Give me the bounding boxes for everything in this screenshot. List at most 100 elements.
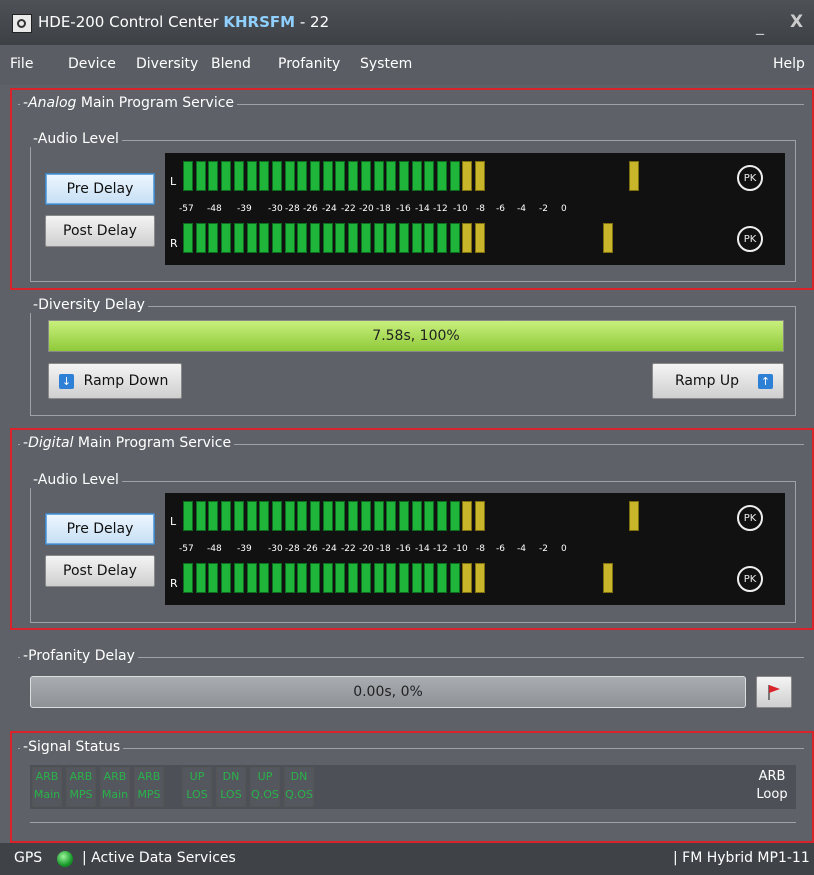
profanity-legend-text: Profanity Delay: [28, 648, 135, 664]
digital-left-meter-segment: [233, 501, 244, 531]
digital-right-meter-segment: [246, 563, 257, 593]
analog-left-meter-segment: [411, 161, 422, 191]
analog-scale-label: -14: [415, 204, 430, 214]
active-data-services[interactable]: | Active Data Services: [82, 850, 236, 866]
diversity-delay-track: 7.58s, 100%: [48, 320, 784, 352]
signal-status-legend-text: Signal Status: [28, 739, 121, 755]
signal-indicator-bottom: MPS: [69, 788, 93, 801]
signal-indicator: ARB MPS: [134, 767, 164, 807]
analog-audio-legend: -Audio Level: [30, 131, 122, 147]
digital-pre-delay-button[interactable]: Pre Delay: [45, 513, 155, 545]
minimize-button[interactable]: _: [756, 16, 770, 35]
digital-left-meter-segment: [373, 501, 384, 531]
ramp-down-button[interactable]: ↓ Ramp Down: [48, 363, 182, 399]
digital-scale-label: -26: [303, 544, 318, 554]
analog-left-meter-segment: [221, 161, 232, 191]
digital-left-meter-segment: [360, 501, 371, 531]
digital-right-meter-segment: [208, 563, 219, 593]
analog-left-meter-segment: [297, 161, 308, 191]
digital-right-meter-segment: [195, 563, 206, 593]
analog-scale-label: -48: [207, 204, 222, 214]
analog-left-meter-segment: [335, 161, 346, 191]
digital-left-peak-hold: [629, 501, 639, 531]
flag-icon: [768, 685, 780, 700]
digital-audio-legend: -Audio Level: [30, 472, 122, 488]
analog-left-meter-segment: [310, 161, 320, 191]
signal-indicator: ARB Main: [32, 767, 62, 807]
digital-left-meter-segment: [310, 501, 320, 531]
signal-indicator-top: ARB: [35, 770, 59, 783]
ramp-up-button[interactable]: Ramp Up ↑: [652, 363, 784, 399]
analog-scale-label: -30: [268, 204, 283, 214]
digital-right-meter-segment: [322, 563, 333, 593]
digital-left-meter-segment: [284, 501, 295, 531]
digital-right-meter-segment: [475, 563, 486, 593]
digital-right-meter-segment: [297, 563, 308, 593]
digital-right-meter-segment: [284, 563, 295, 593]
menu-profanity[interactable]: Profanity: [278, 56, 340, 72]
digital-right-meter-segment: [424, 563, 435, 593]
signal-indicator: ARB Main: [100, 767, 130, 807]
analog-right-meter-segment: [335, 223, 346, 253]
digital-left-meter-segment: [246, 501, 257, 531]
signal-indicator-bottom: Q.OS: [251, 788, 279, 801]
digital-right-meter-segment: [233, 563, 244, 593]
digital-scale-label: -24: [322, 544, 337, 554]
signal-indicator-top: DN: [222, 770, 240, 783]
menu-blend[interactable]: Blend: [211, 56, 251, 72]
digital-left-peak-indicator[interactable]: PK: [737, 505, 763, 531]
signal-indicator-top: DN: [290, 770, 308, 783]
analog-right-meter-segment: [449, 223, 460, 253]
digital-left-meter-segment: [348, 501, 359, 531]
ramp-down-label: Ramp Down: [83, 373, 169, 389]
menu-file[interactable]: File: [10, 56, 33, 72]
signal-indicator-bottom: LOS: [220, 788, 242, 801]
app-icon[interactable]: [12, 14, 32, 33]
analog-post-delay-button[interactable]: Post Delay: [45, 215, 155, 247]
analog-scale-label: -20: [359, 204, 374, 214]
digital-left-meter-segment: [221, 501, 232, 531]
menu-help[interactable]: Help: [773, 56, 805, 72]
analog-right-meter-segment: [322, 223, 333, 253]
analog-right-meter-segment: [271, 223, 282, 253]
analog-scale-label: -39: [237, 204, 252, 214]
analog-scale-label: -8: [476, 204, 485, 214]
digital-left-meter-segment: [411, 501, 422, 531]
signal-indicator-bottom: Main: [101, 788, 129, 801]
menu-diversity[interactable]: Diversity: [136, 56, 198, 72]
analog-left-meter-segment: [424, 161, 435, 191]
menu-device[interactable]: Device: [68, 56, 116, 72]
digital-scale-label: -57: [179, 544, 194, 554]
digital-right-meter-segment: [386, 563, 397, 593]
digital-post-delay-button[interactable]: Post Delay: [45, 555, 155, 587]
analog-pre-delay-button[interactable]: Pre Delay: [45, 173, 155, 205]
digital-right-meter-segment: [462, 563, 473, 593]
analog-left-meter-segment: [348, 161, 359, 191]
analog-scale-label: -6: [496, 204, 505, 214]
analog-right-peak-hold: [603, 223, 613, 253]
digital-right-peak-indicator[interactable]: PK: [737, 566, 763, 592]
analog-right-label: R: [170, 237, 178, 250]
signal-indicator-top: ARB: [137, 770, 161, 783]
signal-indicator-bottom: MPS: [137, 788, 161, 801]
analog-right-meter-segment: [246, 223, 257, 253]
digital-left-meter-segment: [195, 501, 206, 531]
digital-left-label: L: [170, 515, 177, 528]
analog-right-meter-segment: [424, 223, 435, 253]
analog-left-peak-indicator[interactable]: PK: [737, 165, 763, 191]
digital-left-meter-segment: [183, 501, 193, 531]
digital-left-meter-segment: [424, 501, 435, 531]
menu-system[interactable]: System: [360, 56, 412, 72]
analog-right-peak-indicator[interactable]: PK: [737, 226, 763, 252]
signal-indicator-top: ARB: [103, 770, 127, 783]
arrow-up-icon: ↑: [758, 374, 773, 389]
analog-right-meter-segment: [310, 223, 320, 253]
digital-scale-label: -39: [237, 544, 252, 554]
analog-left-meter-segment: [386, 161, 397, 191]
digital-scale-label: -2: [539, 544, 548, 554]
close-button[interactable]: X: [790, 12, 803, 32]
profanity-dump-button[interactable]: [756, 676, 792, 708]
digital-scale-label: -4: [517, 544, 526, 554]
analog-right-meter-segment: [386, 223, 397, 253]
analog-right-meter-segment: [437, 223, 447, 253]
